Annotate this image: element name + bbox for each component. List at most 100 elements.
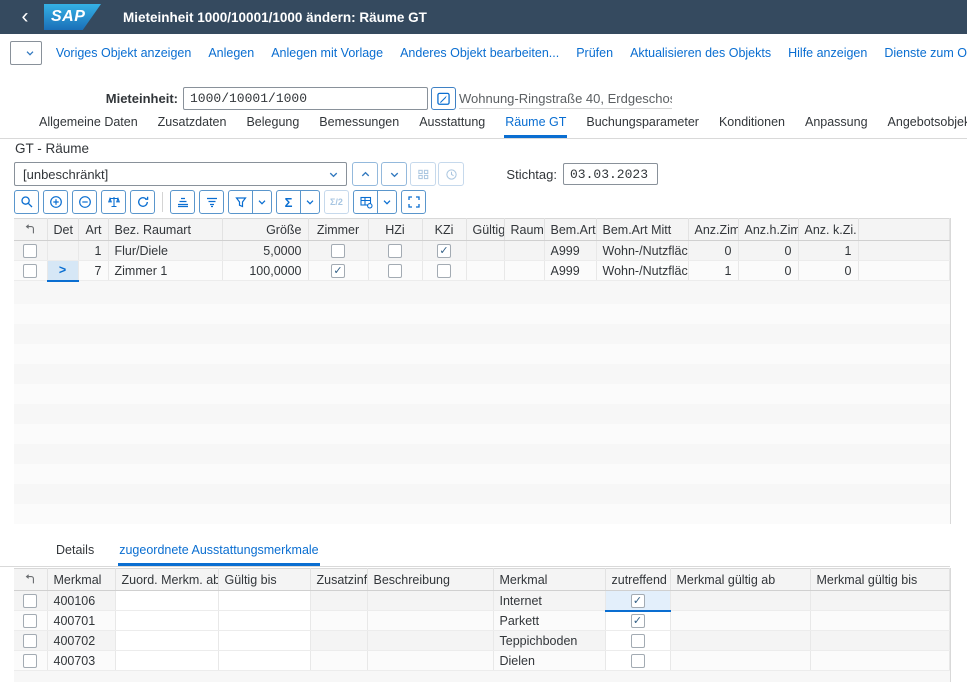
- select-all-header[interactable]: [14, 219, 47, 241]
- col-zuord-merkm-ab[interactable]: Zuord. Merkm. ab: [115, 569, 218, 591]
- tab-belegung[interactable]: Belegung: [245, 115, 300, 138]
- col-zimmer[interactable]: Zimmer: [308, 219, 368, 241]
- detail-drilldown-button[interactable]: >: [47, 261, 78, 281]
- sort-descending-button[interactable]: [199, 190, 224, 214]
- tab-angebotsobjekte[interactable]: Angebotsobjekte: [887, 115, 967, 138]
- col-det[interactable]: Det: [47, 219, 78, 241]
- col-bem-art[interactable]: Bem.Art: [544, 219, 596, 241]
- find-button[interactable]: [14, 190, 39, 214]
- menu-item-anlegen[interactable]: Anlegen: [208, 46, 254, 60]
- col-merkmal[interactable]: Merkmal: [47, 569, 115, 591]
- col-merkmal-text[interactable]: Merkmal: [493, 569, 605, 591]
- tab-anpassung[interactable]: Anpassung: [804, 115, 869, 138]
- fullscreen-button[interactable]: [401, 190, 426, 214]
- col-kzi[interactable]: KZi: [422, 219, 466, 241]
- menu-item-anderes-objekt[interactable]: Anderes Objekt bearbeiten...: [400, 46, 559, 60]
- tab-details[interactable]: Details: [55, 543, 95, 566]
- col-gueltig-bis[interactable]: Gültig bis: [218, 569, 310, 591]
- row-select-checkbox[interactable]: [23, 634, 37, 648]
- mieteinheit-input[interactable]: [183, 87, 428, 110]
- col-zusatzinfo[interactable]: Zusatzinfo: [310, 569, 367, 591]
- object-description: Wohnung-Ringstraße 40, Erdgeschoss, rec.…: [459, 91, 672, 109]
- tab-ausstattungsmerkmale[interactable]: zugeordnete Ausstattungsmerkmale: [118, 543, 319, 566]
- hierarchy-header[interactable]: [14, 569, 47, 591]
- gueltig-bis-input[interactable]: [218, 651, 310, 671]
- zutreffend-checkbox[interactable]: [631, 654, 645, 668]
- row-select-checkbox[interactable]: [23, 594, 37, 608]
- kzi-checkbox[interactable]: [437, 244, 451, 258]
- total-button[interactable]: Σ: [276, 190, 301, 214]
- col-raum[interactable]: Raum ...: [504, 219, 544, 241]
- hzi-checkbox[interactable]: [388, 264, 402, 278]
- stichtag-input[interactable]: [563, 163, 658, 185]
- overview-button[interactable]: [410, 162, 436, 186]
- anz-h-zim-cell: 0: [738, 261, 798, 281]
- previous-entry-button[interactable]: [352, 162, 378, 186]
- zutreffend-checkbox[interactable]: [631, 614, 645, 628]
- check-entries-button[interactable]: [101, 190, 126, 214]
- gueltig-bis-input[interactable]: [218, 591, 310, 611]
- next-entry-button[interactable]: [381, 162, 407, 186]
- zimmer-checkbox[interactable]: [331, 264, 345, 278]
- col-art[interactable]: Art: [78, 219, 108, 241]
- gueltig-bis-input[interactable]: [218, 611, 310, 631]
- menu-item-hilfe[interactable]: Hilfe anzeigen: [788, 46, 867, 60]
- command-combobox[interactable]: [10, 41, 42, 65]
- gueltig-bis-input[interactable]: [218, 631, 310, 651]
- subtotal-button[interactable]: Σ/2: [324, 190, 349, 214]
- menu-item-aktualisieren[interactable]: Aktualisieren des Objekts: [630, 46, 771, 60]
- back-icon[interactable]: ‹: [12, 2, 38, 32]
- insert-row-button[interactable]: [43, 190, 68, 214]
- features-table-scrollbar[interactable]: [950, 568, 967, 682]
- layout-menu-button[interactable]: [377, 190, 397, 214]
- table-settings-button[interactable]: [353, 190, 378, 214]
- row-select-checkbox[interactable]: [23, 264, 37, 278]
- menu-item-dienste[interactable]: Dienste zum O: [884, 46, 967, 60]
- total-menu-button[interactable]: [300, 190, 320, 214]
- col-hzi[interactable]: HZi: [368, 219, 422, 241]
- zuord-ab-input[interactable]: [115, 591, 218, 611]
- delete-row-button[interactable]: [72, 190, 97, 214]
- filter-menu-button[interactable]: [252, 190, 272, 214]
- tab-zusatzdaten[interactable]: Zusatzdaten: [157, 115, 228, 138]
- zutreffend-checkbox[interactable]: [631, 594, 645, 608]
- col-anz-zim[interactable]: Anz.Zim.: [688, 219, 738, 241]
- tab-allgemeine-daten[interactable]: Allgemeine Daten: [38, 115, 139, 138]
- menu-item-pruefen[interactable]: Prüfen: [576, 46, 613, 60]
- set-filter-button[interactable]: [228, 190, 253, 214]
- zuord-ab-input[interactable]: [115, 611, 218, 631]
- display-change-button[interactable]: [431, 87, 456, 110]
- tab-bemessungen[interactable]: Bemessungen: [318, 115, 400, 138]
- menu-item-anlegen-vorlage[interactable]: Anlegen mit Vorlage: [271, 46, 383, 60]
- tab-konditionen[interactable]: Konditionen: [718, 115, 786, 138]
- col-bem-art-mitt[interactable]: Bem.Art Mitt: [596, 219, 688, 241]
- col-gueltig-ab[interactable]: Gültig ab: [466, 219, 504, 241]
- balance-scale-icon: [107, 195, 121, 209]
- refresh-button[interactable]: [130, 190, 155, 214]
- menu-item-voriges-objekt[interactable]: Voriges Objekt anzeigen: [56, 46, 192, 60]
- row-select-checkbox[interactable]: [23, 654, 37, 668]
- col-merkmal-gueltig-bis[interactable]: Merkmal gültig bis: [810, 569, 950, 591]
- rooms-table-scrollbar[interactable]: [950, 218, 967, 524]
- col-anz-h-zim[interactable]: Anz.h.Zim.: [738, 219, 798, 241]
- row-select-checkbox[interactable]: [23, 244, 37, 258]
- zuord-ab-input[interactable]: [115, 631, 218, 651]
- hzi-checkbox[interactable]: [388, 244, 402, 258]
- room-filter-select[interactable]: [unbeschränkt]: [14, 162, 347, 186]
- col-beschreibung[interactable]: Beschreibung: [367, 569, 493, 591]
- zuord-ab-input[interactable]: [115, 651, 218, 671]
- row-select-checkbox[interactable]: [23, 614, 37, 628]
- tab-ausstattung[interactable]: Ausstattung: [418, 115, 486, 138]
- col-bez-raumart[interactable]: Bez. Raumart: [108, 219, 222, 241]
- tab-buchungsparameter[interactable]: Buchungsparameter: [585, 115, 700, 138]
- sort-ascending-button[interactable]: [170, 190, 195, 214]
- zimmer-checkbox[interactable]: [331, 244, 345, 258]
- col-zutreffend[interactable]: zutreffend: [605, 569, 670, 591]
- col-merkmal-gueltig-ab[interactable]: Merkmal gültig ab: [670, 569, 810, 591]
- zutreffend-checkbox[interactable]: [631, 634, 645, 648]
- features-row-3: 400702 Teppichboden: [14, 631, 950, 651]
- col-anz-k-zi[interactable]: Anz. k.Zi.: [798, 219, 858, 241]
- kzi-checkbox[interactable]: [437, 264, 451, 278]
- col-groesse[interactable]: Größe: [222, 219, 308, 241]
- tab-raeume-gt[interactable]: Räume GT: [504, 115, 567, 138]
